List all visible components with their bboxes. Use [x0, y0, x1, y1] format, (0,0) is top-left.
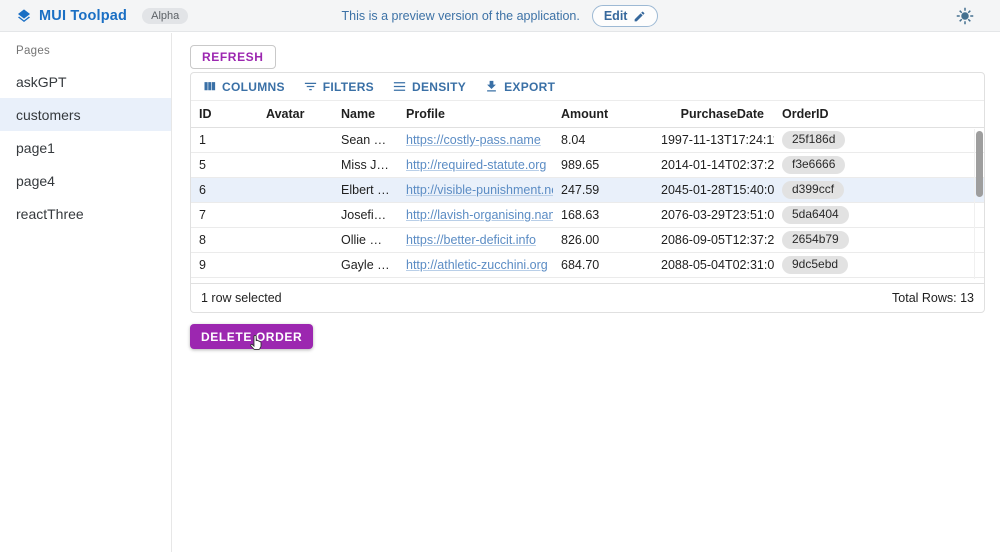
orderid-chip: f3e6666	[782, 156, 845, 174]
grid-vertical-scrollbar[interactable]	[974, 129, 984, 279]
selection-status: 1 row selected	[201, 291, 282, 305]
layers-logo-icon	[16, 8, 32, 24]
preview-banner-text: This is a preview version of the applica…	[342, 9, 580, 23]
table-row[interactable]: 9 Gayle Den… http://athletic-zucchini.or…	[191, 253, 984, 278]
view-columns-icon	[202, 79, 217, 94]
cell-purchasedate: 2014-01-14T02:37:28.536Z	[653, 158, 774, 172]
topbar: MUI Toolpad Alpha This is a preview vers…	[0, 0, 1000, 32]
cell-orderid: 5da6404	[774, 206, 976, 224]
column-header-id[interactable]: ID	[191, 107, 258, 121]
app-brand: MUI Toolpad Alpha	[16, 8, 188, 24]
grid-footer: 1 row selected Total Rows: 13	[191, 283, 984, 312]
export-button[interactable]: EXPORT	[477, 75, 562, 98]
cell-profile: https://better-deficit.info	[398, 233, 553, 247]
cell-purchasedate: 1997-11-13T17:24:11.769Z	[653, 133, 774, 147]
sidebar: Pages askGPT customers page1 page4 react…	[0, 33, 172, 552]
total-rows-label: Total Rows: 13	[892, 291, 974, 305]
cell-profile: http://lavish-organising.name	[398, 208, 553, 222]
cell-name: Gayle Den…	[333, 258, 398, 272]
grid-header-row: ID Avatar Name Profile Amount PurchaseDa…	[191, 101, 984, 128]
profile-link[interactable]: https://better-deficit.info	[406, 233, 536, 247]
cell-amount: 168.63	[553, 208, 653, 222]
column-header-amount[interactable]: Amount	[553, 107, 653, 121]
cell-profile: http://required-statute.org	[398, 158, 553, 172]
profile-link[interactable]: http://lavish-organising.name	[406, 208, 553, 222]
cell-orderid: 9dc5ebd	[774, 256, 976, 274]
cell-orderid: d399ccf	[774, 181, 976, 199]
cell-name: Elbert McL…	[333, 183, 398, 197]
cell-id: 5	[191, 158, 258, 172]
pencil-icon	[633, 10, 646, 23]
cell-profile: http://visible-punishment.net	[398, 183, 553, 197]
alpha-badge: Alpha	[142, 8, 188, 24]
table-row[interactable]: 5 Miss Juan … http://required-statute.or…	[191, 153, 984, 178]
cell-purchasedate: 2088-05-04T02:31:03.294Z	[653, 258, 774, 272]
profile-link[interactable]: http://required-statute.org	[406, 158, 546, 172]
cell-purchasedate: 2045-01-28T15:40:06.325Z	[653, 183, 774, 197]
app-title: MUI Toolpad	[39, 8, 127, 24]
sidebar-item-askgpt[interactable]: askGPT	[0, 65, 171, 98]
cell-amount: 989.65	[553, 158, 653, 172]
cell-id: 1	[191, 133, 258, 147]
cell-amount: 247.59	[553, 183, 653, 197]
orderid-chip: 2654b79	[782, 231, 849, 249]
cell-id: 8	[191, 233, 258, 247]
cell-orderid: 2654b79	[774, 231, 976, 249]
cell-name: Ollie Green…	[333, 233, 398, 247]
download-icon	[484, 79, 499, 94]
cell-profile: http://athletic-zucchini.org	[398, 258, 553, 272]
orderid-chip: d399ccf	[782, 181, 844, 199]
profile-link[interactable]: http://visible-punishment.net	[406, 183, 553, 197]
column-header-profile[interactable]: Profile	[398, 107, 553, 121]
sidebar-item-reactthree[interactable]: reactThree	[0, 197, 171, 230]
cell-profile: https://costly-pass.name	[398, 133, 553, 147]
cell-id: 7	[191, 208, 258, 222]
column-header-orderid[interactable]: OrderID	[774, 107, 976, 121]
filter-list-icon	[303, 79, 318, 94]
cell-orderid: 25f186d	[774, 131, 976, 149]
grid-toolbar: COLUMNS FILTERS DENSITY EXPORT	[191, 73, 984, 101]
edit-button[interactable]: Edit	[592, 5, 659, 27]
cell-orderid: f3e6666	[774, 156, 976, 174]
data-grid: COLUMNS FILTERS DENSITY EXPORT	[190, 72, 985, 313]
density-lines-icon	[392, 79, 407, 94]
density-button[interactable]: DENSITY	[385, 75, 473, 98]
cell-id: 6	[191, 183, 258, 197]
sidebar-caption: Pages	[0, 33, 171, 65]
sidebar-item-page4[interactable]: page4	[0, 164, 171, 197]
scrollbar-thumb[interactable]	[976, 131, 983, 197]
table-row[interactable]: 6 Elbert McL… http://visible-punishment.…	[191, 178, 984, 203]
cell-id: 9	[191, 258, 258, 272]
edit-button-label: Edit	[604, 9, 628, 23]
table-row[interactable]: 8 Ollie Green… https://better-deficit.in…	[191, 228, 984, 253]
column-header-purchasedate[interactable]: PurchaseDate	[653, 107, 774, 121]
grid-rows: 1 Sean Harris https://costly-pass.name 8…	[191, 128, 984, 278]
theme-toggle-sun-icon[interactable]	[956, 7, 974, 25]
cell-name: Josefina P…	[333, 208, 398, 222]
orderid-chip: 9dc5ebd	[782, 256, 848, 274]
columns-button[interactable]: COLUMNS	[195, 75, 292, 98]
filters-button[interactable]: FILTERS	[296, 75, 381, 98]
profile-link[interactable]: http://athletic-zucchini.org	[406, 258, 548, 272]
orderid-chip: 5da6404	[782, 206, 849, 224]
column-header-avatar[interactable]: Avatar	[258, 107, 333, 121]
cell-purchasedate: 2086-09-05T12:37:27.015Z	[653, 233, 774, 247]
sidebar-item-customers[interactable]: customers	[0, 98, 171, 131]
refresh-button[interactable]: REFRESH	[190, 45, 276, 69]
cell-amount: 8.04	[553, 133, 653, 147]
delete-order-button[interactable]: DELETE ORDER	[190, 324, 313, 349]
cell-name: Miss Juan …	[333, 158, 398, 172]
column-header-name[interactable]: Name	[333, 107, 398, 121]
table-row[interactable]: 7 Josefina P… http://lavish-organising.n…	[191, 203, 984, 228]
orderid-chip: 25f186d	[782, 131, 845, 149]
cell-amount: 826.00	[553, 233, 653, 247]
main-content: REFRESH COLUMNS FILTERS DENSITY	[173, 33, 1000, 552]
cell-name: Sean Harris	[333, 133, 398, 147]
profile-link[interactable]: https://costly-pass.name	[406, 133, 541, 147]
sidebar-item-page1[interactable]: page1	[0, 131, 171, 164]
cell-amount: 684.70	[553, 258, 653, 272]
table-row[interactable]: 1 Sean Harris https://costly-pass.name 8…	[191, 128, 984, 153]
cell-purchasedate: 2076-03-29T23:51:07.968Z	[653, 208, 774, 222]
